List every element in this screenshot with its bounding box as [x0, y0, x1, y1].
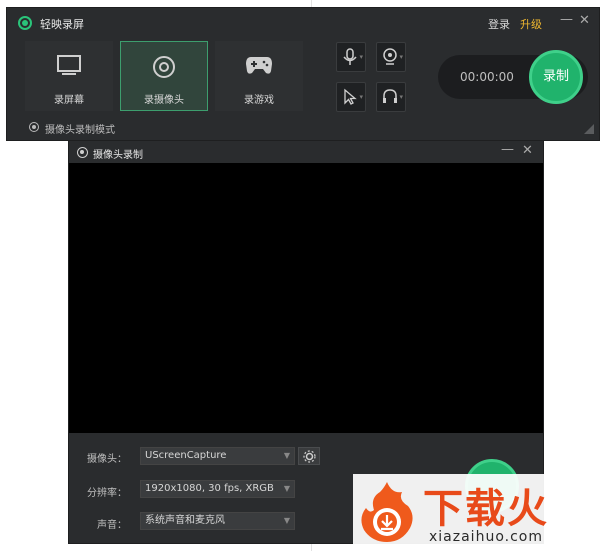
minimize-button[interactable]: —: [560, 12, 573, 27]
cursor-toggle[interactable]: ▾: [336, 82, 366, 112]
webcam-small-icon: [383, 48, 397, 65]
upgrade-link[interactable]: 升级: [520, 16, 542, 32]
record-timer: 00:00:00: [460, 70, 514, 84]
flame-logo-icon: [361, 482, 413, 542]
audio-label: 声音：: [97, 520, 127, 531]
camera-window-title: 摄像头录制: [93, 150, 143, 161]
chevron-down-icon: ▾: [399, 93, 403, 101]
camera-window-logo-icon: [77, 147, 88, 158]
camera-select[interactable]: UScreenCapture ▼: [140, 447, 295, 465]
camera-close-button[interactable]: ✕: [522, 143, 533, 158]
microphone-toggle[interactable]: ▾: [336, 42, 366, 72]
mode-label: 录屏幕: [54, 95, 84, 106]
resolution-select[interactable]: 1920x1080, 30 fps, XRGB ▼: [140, 480, 295, 498]
chevron-down-icon: ▼: [283, 451, 290, 460]
system-audio-toggle[interactable]: ▾: [376, 82, 406, 112]
gear-icon: [303, 450, 316, 463]
chevron-down-icon: ▾: [399, 53, 403, 61]
microphone-icon: [343, 48, 357, 65]
chevron-down-icon: ▾: [359, 93, 363, 101]
camera-preview: [69, 163, 543, 433]
chevron-down-icon: ▼: [283, 516, 290, 525]
app-logo-icon: [18, 16, 32, 30]
resolution-select-value: 1920x1080, 30 fps, XRGB: [145, 483, 274, 494]
camera-minimize-button[interactable]: —: [501, 142, 514, 157]
audio-select-value: 系统声音和麦克风: [145, 515, 225, 526]
resize-grip[interactable]: [584, 124, 594, 134]
monitor-icon: [26, 54, 112, 79]
mode-record-screen[interactable]: 录屏幕: [25, 41, 113, 111]
mode-record-game[interactable]: 录游戏: [215, 41, 303, 111]
chevron-down-icon: ▼: [283, 484, 290, 493]
mode-label: 录摄像头: [144, 95, 184, 106]
webcam-toggle[interactable]: ▾: [376, 42, 406, 72]
webcam-icon: [121, 54, 207, 83]
camera-settings-button[interactable]: [298, 447, 320, 465]
main-window: 轻映录屏 登录 升级 — ✕ 录屏幕 录摄像头 录游戏 ▾ ▾ ▾ ▾ 00:0…: [6, 7, 600, 141]
watermark: 下载火 xiazaihuo.com: [353, 474, 600, 551]
record-button[interactable]: 录制: [529, 50, 583, 104]
cursor-icon: [344, 88, 357, 105]
gamepad-icon: [216, 54, 302, 79]
close-button[interactable]: ✕: [579, 13, 590, 28]
mode-record-camera[interactable]: 录摄像头: [120, 41, 208, 111]
camera-select-value: UScreenCapture: [145, 450, 227, 461]
login-link[interactable]: 登录: [488, 16, 510, 32]
watermark-domain: xiazaihuo.com: [429, 529, 543, 545]
app-title: 轻映录屏: [40, 18, 84, 31]
target-icon: [29, 122, 39, 132]
mode-hint: 摄像头录制模式: [45, 125, 115, 136]
chevron-down-icon: ▾: [359, 53, 363, 61]
watermark-brand: 下载火: [423, 486, 549, 532]
audio-select[interactable]: 系统声音和麦克风 ▼: [140, 512, 295, 530]
headphone-icon: [383, 89, 397, 103]
mode-label: 录游戏: [244, 95, 274, 106]
resolution-label: 分辨率：: [87, 488, 127, 499]
camera-label: 摄像头：: [87, 454, 127, 465]
